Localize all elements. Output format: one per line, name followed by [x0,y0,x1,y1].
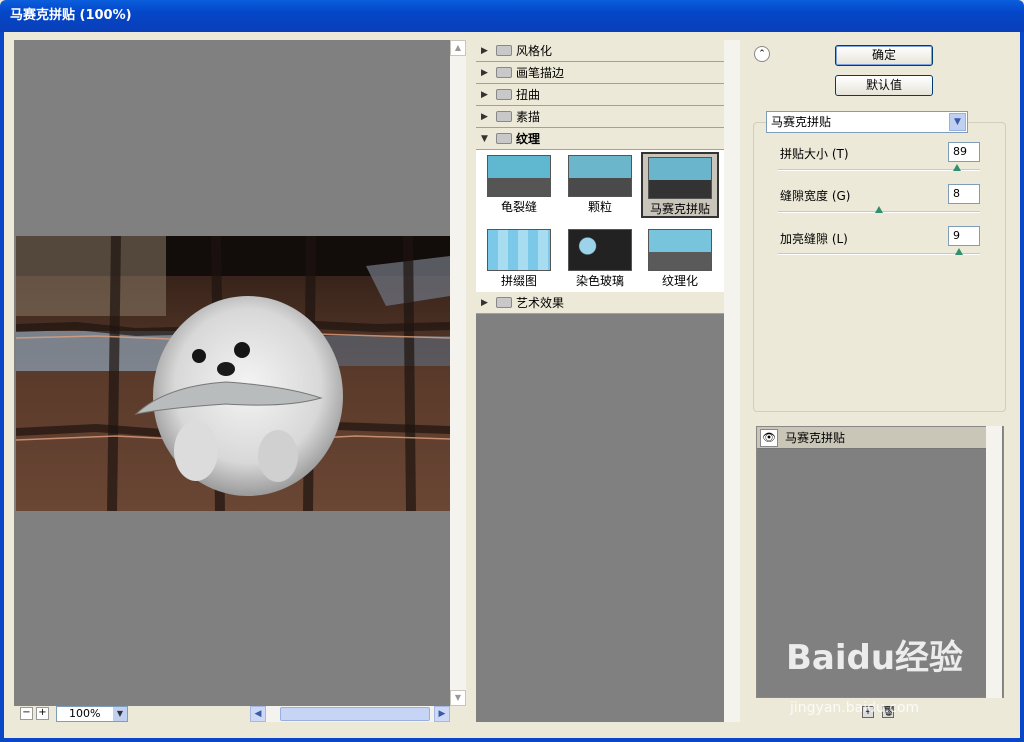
category-distort[interactable]: ▶ 扭曲 [476,84,724,106]
category-label: 画笔描边 [516,66,565,80]
grain-thumb [568,155,632,197]
folder-icon [496,111,512,122]
patchwork-thumb [487,229,551,271]
effect-layer-row[interactable]: 👁 马赛克拼贴 [757,427,987,449]
filter-select-value: 马赛克拼贴 [771,115,832,129]
window-frame-bottom [0,738,1024,742]
category-texture[interactable]: ▼ 纹理 [476,128,724,150]
category-stylize[interactable]: ▶ 风格化 [476,40,724,62]
category-label: 艺术效果 [516,296,565,310]
filter-label: 染色玻璃 [575,274,624,288]
preview-image[interactable] [16,236,450,511]
tile-size-slider[interactable] [778,169,980,171]
zoom-select[interactable]: 100% ▼ [56,706,128,722]
chevron-down-icon[interactable]: ▼ [113,707,127,721]
expand-arrow-icon[interactable]: ▶ [481,62,488,84]
tile-size-slider-handle[interactable] [953,164,962,173]
filter-patchwork[interactable]: 拼缀图 [480,226,558,292]
ok-button[interactable]: 确定 [835,45,933,66]
lighten-grout-slider[interactable] [778,253,980,255]
filter-label: 纹理化 [661,274,698,288]
filter-gallery: ▶ 风格化 ▶ 画笔描边 ▶ 扭曲 ▶ 素描 ▼ 纹理 龟裂缝 颗粒 马赛克拼贴… [476,40,724,722]
collapse-gallery-icon[interactable]: ⌃ [754,46,770,62]
expand-arrow-icon[interactable]: ▶ [481,292,488,314]
expand-arrow-icon[interactable]: ▶ [481,40,488,62]
texturizer-thumb [648,229,712,271]
folder-icon [496,67,512,78]
folder-icon [496,89,512,100]
tile-size-input[interactable]: 89 [948,142,980,162]
folder-icon [496,297,512,308]
expand-arrow-icon[interactable]: ▶ [481,106,488,128]
folder-icon [496,45,512,56]
window-frame-right [1020,32,1024,742]
mosaic-tiles-thumb [648,157,712,199]
settings-panel [753,122,1006,412]
scroll-right-icon[interactable]: ▶ [434,706,450,722]
eye-icon[interactable]: 👁 [760,429,778,447]
category-brush-strokes[interactable]: ▶ 画笔描边 [476,62,724,84]
scroll-thumb[interactable] [280,707,430,721]
filter-grain[interactable]: 颗粒 [561,152,639,218]
category-label: 风格化 [516,44,553,58]
texture-thumbnails: 龟裂缝 颗粒 马赛克拼贴 拼缀图 染色玻璃 纹理化 [476,150,724,304]
grout-width-input[interactable]: 8 [948,184,980,204]
filter-label: 颗粒 [587,200,612,214]
filter-select[interactable]: 马赛克拼贴 ▼ [766,111,968,133]
expand-arrow-icon[interactable]: ▶ [481,84,488,106]
category-sketch[interactable]: ▶ 素描 [476,106,724,128]
zoom-value: 100% [69,707,101,720]
lighten-grout-label: 加亮缝隙 (L) [780,232,848,246]
filter-stained-glass[interactable]: 染色玻璃 [561,226,639,292]
preview-horizontal-scrollbar[interactable]: ◀ ▶ [250,706,450,722]
folder-open-icon [496,133,512,144]
category-artistic[interactable]: ▶ 艺术效果 [476,292,724,314]
grout-width-slider-handle[interactable] [875,206,884,215]
filter-label: 拼缀图 [500,274,537,288]
stained-glass-thumb [568,229,632,271]
grout-width-label: 缝隙宽度 (G) [780,189,851,203]
scroll-down-icon[interactable]: ▼ [450,690,466,706]
window-title: 马赛克拼贴 (100%) [0,0,1024,32]
zoom-bar: − + 100% ▼ ◀ ▶ [14,706,450,722]
tile-size-label: 拼贴大小 (T) [780,147,849,161]
preview-vertical-scrollbar[interactable]: ▲ ▼ [450,40,466,706]
filter-craquelure[interactable]: 龟裂缝 [480,152,558,218]
category-label: 纹理 [516,132,541,146]
zoom-out-button[interactable]: − [20,707,33,720]
watermark: Baidu经验 [786,638,964,678]
window-frame-left [0,32,4,742]
scroll-up-icon[interactable]: ▲ [450,40,466,56]
watermark-url: jingyan.baidu.com [790,700,920,716]
lighten-grout-input[interactable]: 9 [948,226,980,246]
filter-label: 马赛克拼贴 [649,202,710,216]
filter-label: 龟裂缝 [500,200,537,214]
category-label: 扭曲 [516,88,541,102]
zoom-in-button[interactable]: + [36,707,49,720]
craquelure-thumb [487,155,551,197]
lighten-grout-slider-handle[interactable] [955,248,964,257]
category-label: 素描 [516,110,541,124]
gallery-scrollbar[interactable] [724,40,740,722]
filter-texturizer[interactable]: 纹理化 [641,226,719,292]
filter-mosaic-tiles[interactable]: 马赛克拼贴 [641,152,719,218]
chevron-down-icon[interactable]: ▼ [949,113,966,131]
scroll-left-icon[interactable]: ◀ [250,706,266,722]
layers-scrollbar[interactable] [986,426,1002,698]
default-button[interactable]: 默认值 [835,75,933,96]
collapse-arrow-icon[interactable]: ▼ [481,128,488,150]
effect-layer-label: 马赛克拼贴 [785,431,846,445]
